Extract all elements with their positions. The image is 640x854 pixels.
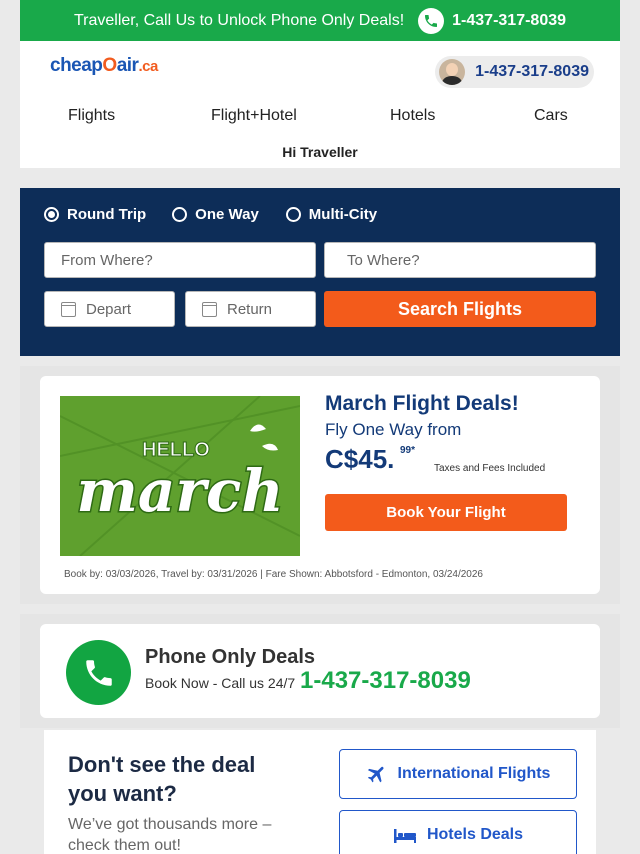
phone-icon bbox=[66, 640, 131, 705]
banner-message: Traveller, Call Us to Unlock Phone Only … bbox=[73, 11, 405, 29]
bed-icon bbox=[393, 826, 417, 844]
return-date-input[interactable]: Return bbox=[185, 291, 316, 327]
more-deals-title: Don't see the deal you want? bbox=[68, 752, 256, 806]
international-flights-button[interactable]: International Flights bbox=[339, 749, 577, 799]
from-placeholder: From Where? bbox=[61, 251, 153, 269]
taxes-note: Taxes and Fees Included bbox=[434, 463, 546, 474]
hello-march-image[interactable]: HELLO march bbox=[60, 396, 300, 556]
radio-selected-icon bbox=[44, 207, 59, 222]
nav-cars[interactable]: Cars bbox=[534, 107, 568, 125]
to-input[interactable]: To Where? bbox=[324, 242, 596, 278]
phone-icon bbox=[418, 7, 445, 34]
agent-avatar bbox=[439, 59, 466, 85]
trip-type-round-trip[interactable]: Round Trip bbox=[44, 206, 146, 223]
to-placeholder: To Where? bbox=[347, 251, 420, 269]
airplane-icon bbox=[366, 763, 388, 785]
radio-icon bbox=[172, 207, 188, 222]
cheapoair-logo[interactable]: cheapOair.ca bbox=[50, 55, 158, 77]
deal-subtitle: Fly One Way from bbox=[325, 420, 462, 439]
search-flights-button[interactable]: Search Flights bbox=[324, 291, 596, 327]
depart-date-input[interactable]: Depart bbox=[44, 291, 175, 327]
deal-price-cents: 99* bbox=[400, 445, 416, 456]
return-placeholder: Return bbox=[227, 300, 273, 318]
greeting: Hi Traveller bbox=[282, 144, 358, 160]
logo-suffix: .ca bbox=[138, 58, 158, 75]
deal-price: C$45. bbox=[325, 444, 395, 474]
hotels-deals-label: Hotels Deals bbox=[426, 826, 524, 843]
trip-type-group: Round Trip One Way Multi-City bbox=[44, 206, 403, 223]
trip-type-one-way[interactable]: One Way bbox=[172, 206, 259, 223]
banner-phone-number[interactable]: 1-437-317-8039 bbox=[452, 12, 566, 30]
depart-placeholder: Depart bbox=[86, 300, 132, 318]
header-phone-pill[interactable]: 1-437-317-8039 bbox=[435, 56, 594, 88]
nav-flight-hotel[interactable]: Flight+Hotel bbox=[211, 107, 297, 125]
trip-type-label: Multi-City bbox=[308, 206, 378, 223]
calendar-icon bbox=[202, 301, 217, 317]
calendar-icon bbox=[61, 301, 76, 317]
trip-type-label: One Way bbox=[195, 206, 259, 223]
deal-title: March Flight Deals! bbox=[325, 392, 519, 415]
more-deals-section: Don't see the deal you want? We’ve got t… bbox=[44, 730, 596, 854]
hotels-deals-button[interactable]: Hotels Deals bbox=[339, 810, 577, 854]
march-text: march bbox=[77, 457, 284, 525]
logo-part-o: O bbox=[102, 55, 117, 76]
phone-deals-number[interactable]: 1-437-317-8039 bbox=[300, 667, 471, 695]
more-deals-subtitle: We’ve got thousands more – check them ou… bbox=[68, 816, 272, 854]
international-flights-label: International Flights bbox=[397, 765, 551, 782]
deal-fine-print: Book by: 03/03/2026, Travel by: 03/31/20… bbox=[64, 569, 483, 580]
header-phone-number: 1-437-317-8039 bbox=[475, 63, 589, 80]
phone-deals-subtitle: Book Now - Call us 24/7 bbox=[145, 675, 296, 691]
trip-type-multi-city[interactable]: Multi-City bbox=[285, 206, 378, 223]
march-deal-card: HELLO march March Flight Deals! Fly One … bbox=[40, 376, 600, 594]
nav-flights[interactable]: Flights bbox=[68, 107, 115, 125]
trip-type-label: Round Trip bbox=[67, 206, 147, 223]
top-banner[interactable]: Traveller, Call Us to Unlock Phone Only … bbox=[20, 0, 620, 41]
flight-search-box: Round Trip One Way Multi-City From Where… bbox=[20, 188, 620, 356]
phone-deals-title: Phone Only Deals bbox=[145, 646, 316, 668]
from-input[interactable]: From Where? bbox=[44, 242, 316, 278]
site-header: cheapOair.ca 1-437-317-8039 Flights Flig… bbox=[20, 41, 620, 168]
book-your-flight-button[interactable]: Book Your Flight bbox=[325, 494, 567, 531]
radio-icon bbox=[285, 207, 301, 222]
page: Traveller, Call Us to Unlock Phone Only … bbox=[0, 0, 640, 854]
nav-hotels[interactable]: Hotels bbox=[390, 107, 435, 125]
logo-part-cheap: cheap bbox=[50, 55, 103, 76]
logo-part-air: air bbox=[116, 55, 139, 76]
phone-deals-card[interactable]: Phone Only Deals Book Now - Call us 24/7… bbox=[40, 624, 600, 718]
